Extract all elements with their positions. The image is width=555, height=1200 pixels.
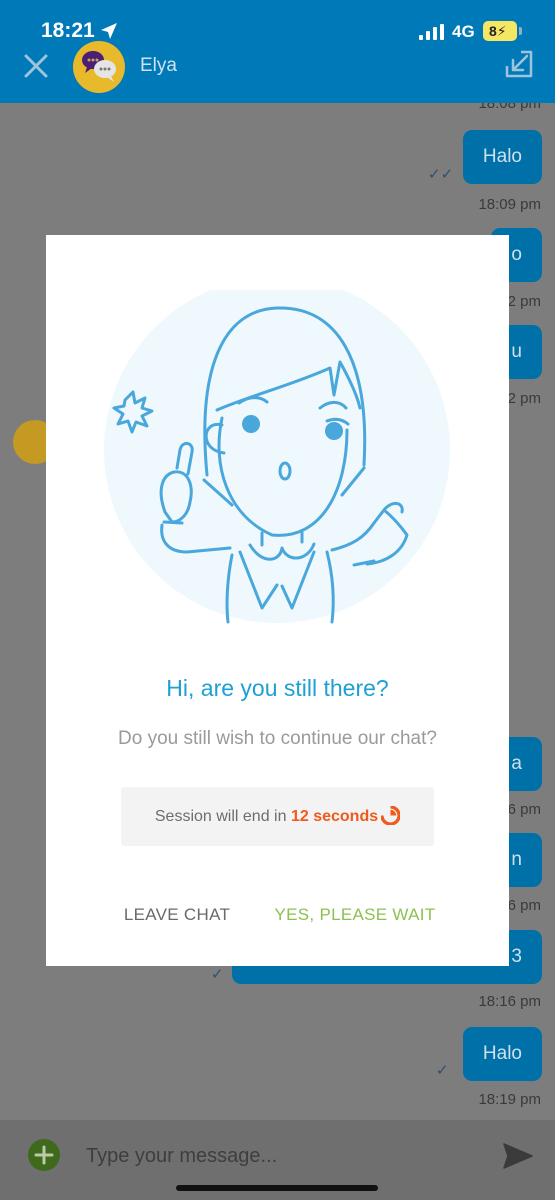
message-time: 18:16 pm — [478, 993, 541, 1010]
home-indicator — [176, 1185, 378, 1191]
signal-icon — [419, 24, 444, 40]
dialog-title: Hi, are you still there? — [166, 675, 389, 701]
plus-icon — [34, 1145, 54, 1165]
please-wait-button[interactable]: YES, PLEASE WAIT — [271, 897, 439, 933]
session-countdown: Session will end in 12 seconds — [121, 787, 434, 846]
minimize-icon[interactable] — [503, 48, 535, 80]
session-prefix: Session will end in — [154, 808, 287, 825]
location-arrow-icon — [101, 23, 117, 39]
close-icon[interactable] — [22, 52, 50, 80]
message-time: 18:08 pm — [478, 103, 541, 112]
leave-chat-button[interactable]: LEAVE CHAT — [107, 897, 247, 933]
message-input[interactable] — [86, 1138, 466, 1174]
charging-bolt: ⚡ — [496, 23, 507, 39]
message-time: 6 pm — [507, 897, 541, 914]
timer-icon — [381, 806, 401, 825]
contact-name: Elya — [140, 55, 177, 76]
message-time: 6 pm — [507, 801, 541, 818]
message-time: 2 pm — [507, 293, 541, 310]
avatar — [73, 41, 125, 93]
battery-icon: 8⚡ — [483, 21, 517, 41]
sent-tick-icon: ✓ — [436, 1062, 449, 1079]
message-time: 18:09 pm — [478, 196, 541, 213]
inactivity-dialog: Hi, are you still there? Do you still wi… — [46, 235, 509, 966]
chat-bubbles-icon — [82, 51, 116, 82]
message-bubble[interactable]: Halo — [462, 130, 542, 184]
message-time: 18:19 pm — [478, 1091, 541, 1108]
read-ticks-icon: ✓✓ — [428, 166, 454, 183]
chat-header: 18:21 4G 8⚡ Elya — [0, 0, 555, 103]
message-time: 2 pm — [507, 390, 541, 407]
network-label: 4G — [452, 22, 475, 41]
session-seconds: 12 seconds — [290, 808, 379, 825]
confused-girl-illustration — [104, 290, 450, 624]
sent-tick-icon: ✓ — [211, 966, 224, 983]
status-time: 18:21 — [41, 19, 95, 42]
send-icon[interactable] — [502, 1142, 534, 1170]
message-bubble[interactable]: Halo — [462, 1027, 542, 1081]
add-icon[interactable] — [28, 1139, 60, 1171]
message-input-bar — [0, 1120, 555, 1200]
battery-level: 8 — [489, 23, 497, 39]
battery-tip — [519, 27, 522, 35]
dialog-subtitle: Do you still wish to continue our chat? — [118, 728, 437, 749]
